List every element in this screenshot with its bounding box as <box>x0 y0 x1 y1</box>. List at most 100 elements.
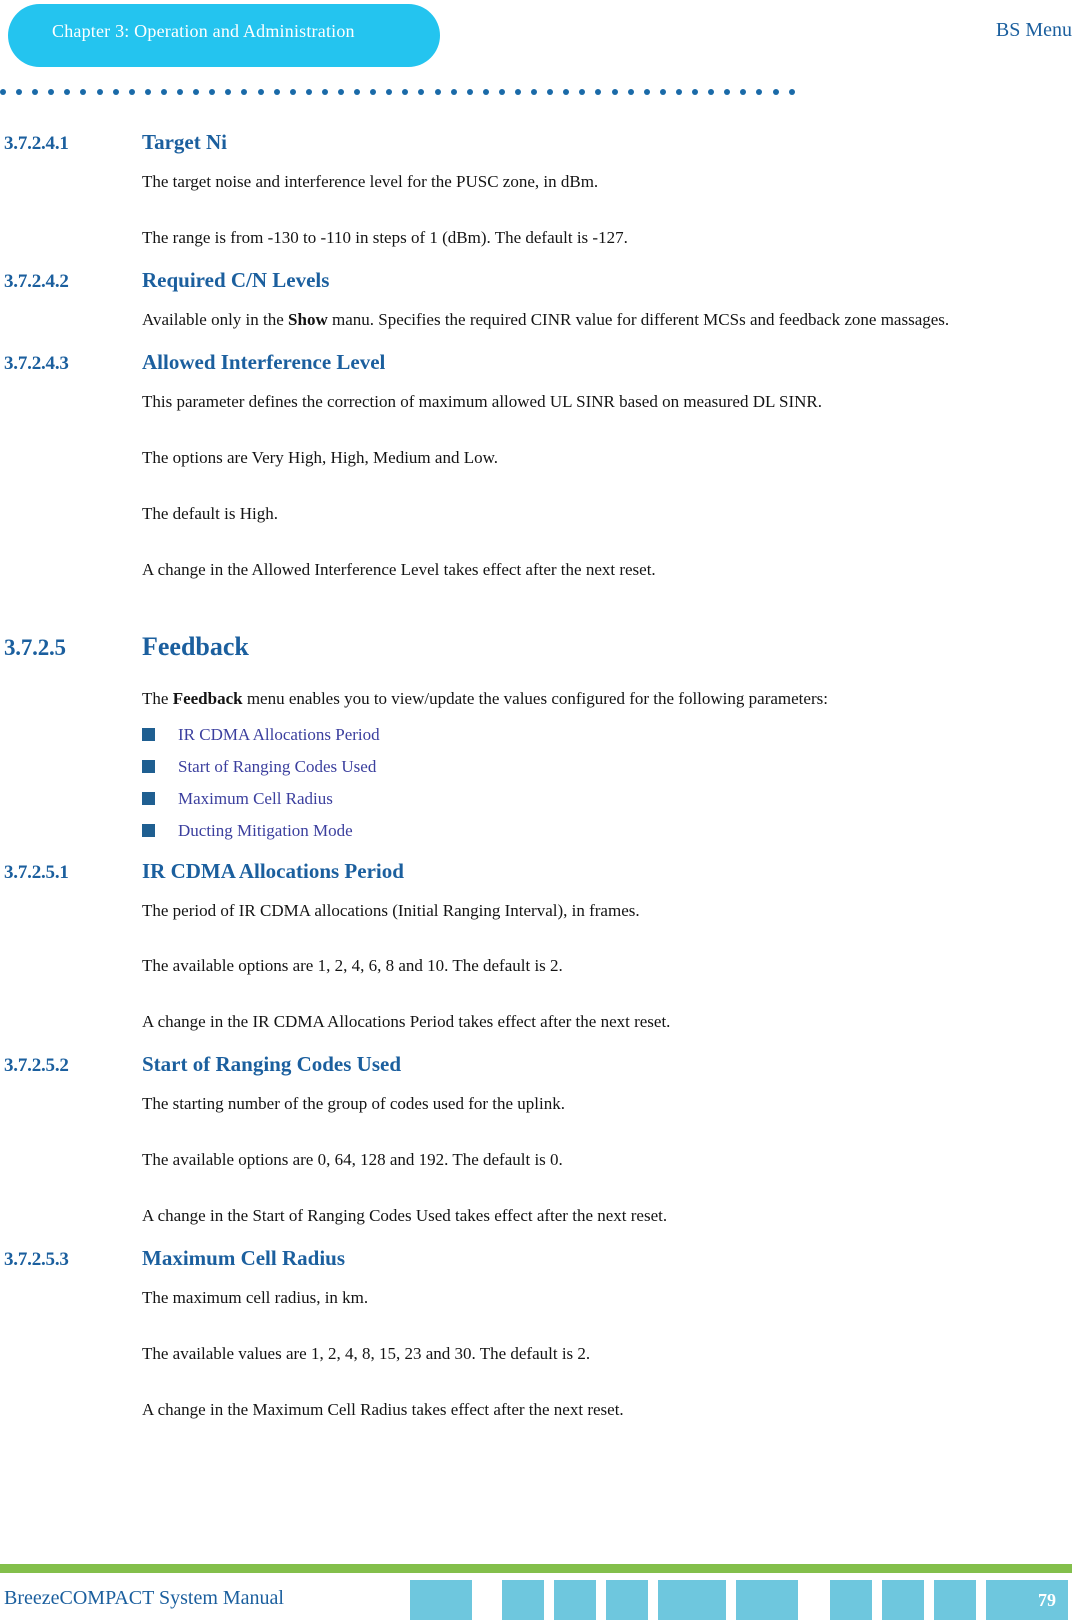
rule-dot <box>740 89 747 95</box>
footer-block <box>830 1580 872 1620</box>
dotted-rule-divider <box>0 89 800 97</box>
body-paragraph: The available options are 0, 64, 128 and… <box>142 1150 563 1170</box>
list-item[interactable]: Ducting Mitigation Mode <box>142 821 1072 841</box>
body-paragraph: The maximum cell radius, in km. <box>142 1288 369 1308</box>
cross-reference-link[interactable]: Ducting Mitigation Mode <box>178 821 353 841</box>
rule-dot <box>128 89 135 95</box>
rule-dot <box>466 89 473 95</box>
rule-dot <box>209 89 216 95</box>
cross-reference-link[interactable]: IR CDMA Allocations Period <box>178 725 380 745</box>
square-bullet-icon <box>142 792 155 805</box>
rule-dot <box>80 89 87 95</box>
rule-dot <box>225 89 232 95</box>
square-bullet-icon <box>142 824 155 837</box>
body-paragraph: The default is High. <box>142 503 278 523</box>
body-paragraph: A change in the Maximum Cell Radius take… <box>142 1400 624 1419</box>
footer-block <box>606 1580 648 1620</box>
list-item[interactable]: Start of Ranging Codes Used <box>142 757 1072 777</box>
footer-block <box>736 1580 798 1620</box>
rule-dot <box>611 89 618 95</box>
footer-block <box>554 1580 596 1620</box>
rule-dot <box>724 89 731 95</box>
emphasized-term: Feedback <box>172 688 243 708</box>
rule-dot <box>434 89 441 95</box>
rule-dot <box>788 89 795 95</box>
body-paragraph: The starting number of the group of code… <box>142 1094 566 1114</box>
rule-dot <box>305 89 312 95</box>
section-title: Maximum Cell Radius <box>142 1246 346 1271</box>
chapter-title: Chapter 3: Operation and Administration <box>52 21 355 41</box>
rule-dot <box>531 89 538 95</box>
body-paragraph: The available values are 1, 2, 4, 8, 15,… <box>142 1344 591 1364</box>
section-heading: 3.7.2.5.3 Maximum Cell Radius <box>0 1246 1072 1271</box>
cross-reference-link[interactable]: Start of Ranging Codes Used <box>178 757 376 777</box>
body-paragraph: Available only in the Show manu. Specifi… <box>142 309 1052 332</box>
section-number: 3.7.2.4.1 <box>4 133 69 154</box>
body-paragraph: The target noise and interference level … <box>142 172 599 191</box>
rule-dot <box>547 89 554 95</box>
footer-block <box>410 1580 472 1620</box>
list-item[interactable]: IR CDMA Allocations Period <box>142 725 1072 745</box>
footer-block <box>882 1580 924 1620</box>
rule-dot <box>289 89 296 95</box>
footer-green-bar <box>0 1564 1072 1573</box>
running-head-bs-menu: BS Menu <box>995 19 1072 41</box>
body-paragraph: This parameter defines the correction of… <box>142 391 822 411</box>
rule-dot <box>772 89 779 95</box>
paragraph-text: manu. Specifies the required CINR value … <box>327 309 950 329</box>
section-heading: 3.7.2.4.1 Target Ni <box>0 130 1072 155</box>
rule-dot <box>386 89 393 95</box>
section-heading: 3.7.2.4.2 Required C/N Levels <box>0 268 1072 293</box>
rule-dot <box>337 89 344 95</box>
section-heading: 3.7.2.5.2 Start of Ranging Codes Used <box>0 1052 1072 1077</box>
section-title: IR CDMA Allocations Period <box>142 858 404 883</box>
rule-dot <box>563 89 570 95</box>
rule-dot <box>64 89 71 95</box>
section-heading: 3.7.2.5 Feedback <box>0 632 1072 662</box>
rule-dot <box>32 89 39 95</box>
section-number: 3.7.2.5 <box>4 634 66 660</box>
rule-dot <box>370 89 377 95</box>
square-bullet-icon <box>142 728 155 741</box>
cross-reference-link[interactable]: Maximum Cell Radius <box>178 789 333 809</box>
section-number: 3.7.2.5.1 <box>4 861 69 883</box>
body-paragraph: The period of IR CDMA allocations (Initi… <box>142 900 640 920</box>
body-paragraph: The available options are 1, 2, 4, 6, 8 … <box>142 956 563 976</box>
square-bullet-icon <box>142 760 155 773</box>
footer-block <box>986 1580 1028 1620</box>
rule-dot <box>0 89 6 95</box>
rule-dot <box>321 89 328 95</box>
section-number: 3.7.2.5.3 <box>4 1249 69 1271</box>
rule-dot <box>450 89 457 95</box>
rule-dot <box>692 89 699 95</box>
footer-block <box>934 1580 976 1620</box>
section-heading: 3.7.2.4.3 Allowed Interference Level <box>0 350 1072 375</box>
list-item[interactable]: Maximum Cell Radius <box>142 789 1072 809</box>
section-title: Allowed Interference Level <box>142 349 386 374</box>
rule-dot <box>241 89 248 95</box>
footer-block <box>658 1580 726 1620</box>
rule-dot <box>144 89 151 95</box>
rule-dot <box>48 89 55 95</box>
rule-dot <box>354 89 361 95</box>
body-paragraph: The Feedback menu enables you to view/up… <box>142 688 1052 711</box>
paragraph-text: Available only in the <box>142 309 289 329</box>
rule-dot <box>177 89 184 95</box>
body-paragraph: A change in the Allowed Interference Lev… <box>142 559 656 579</box>
section-title: Target Ni <box>142 130 227 154</box>
